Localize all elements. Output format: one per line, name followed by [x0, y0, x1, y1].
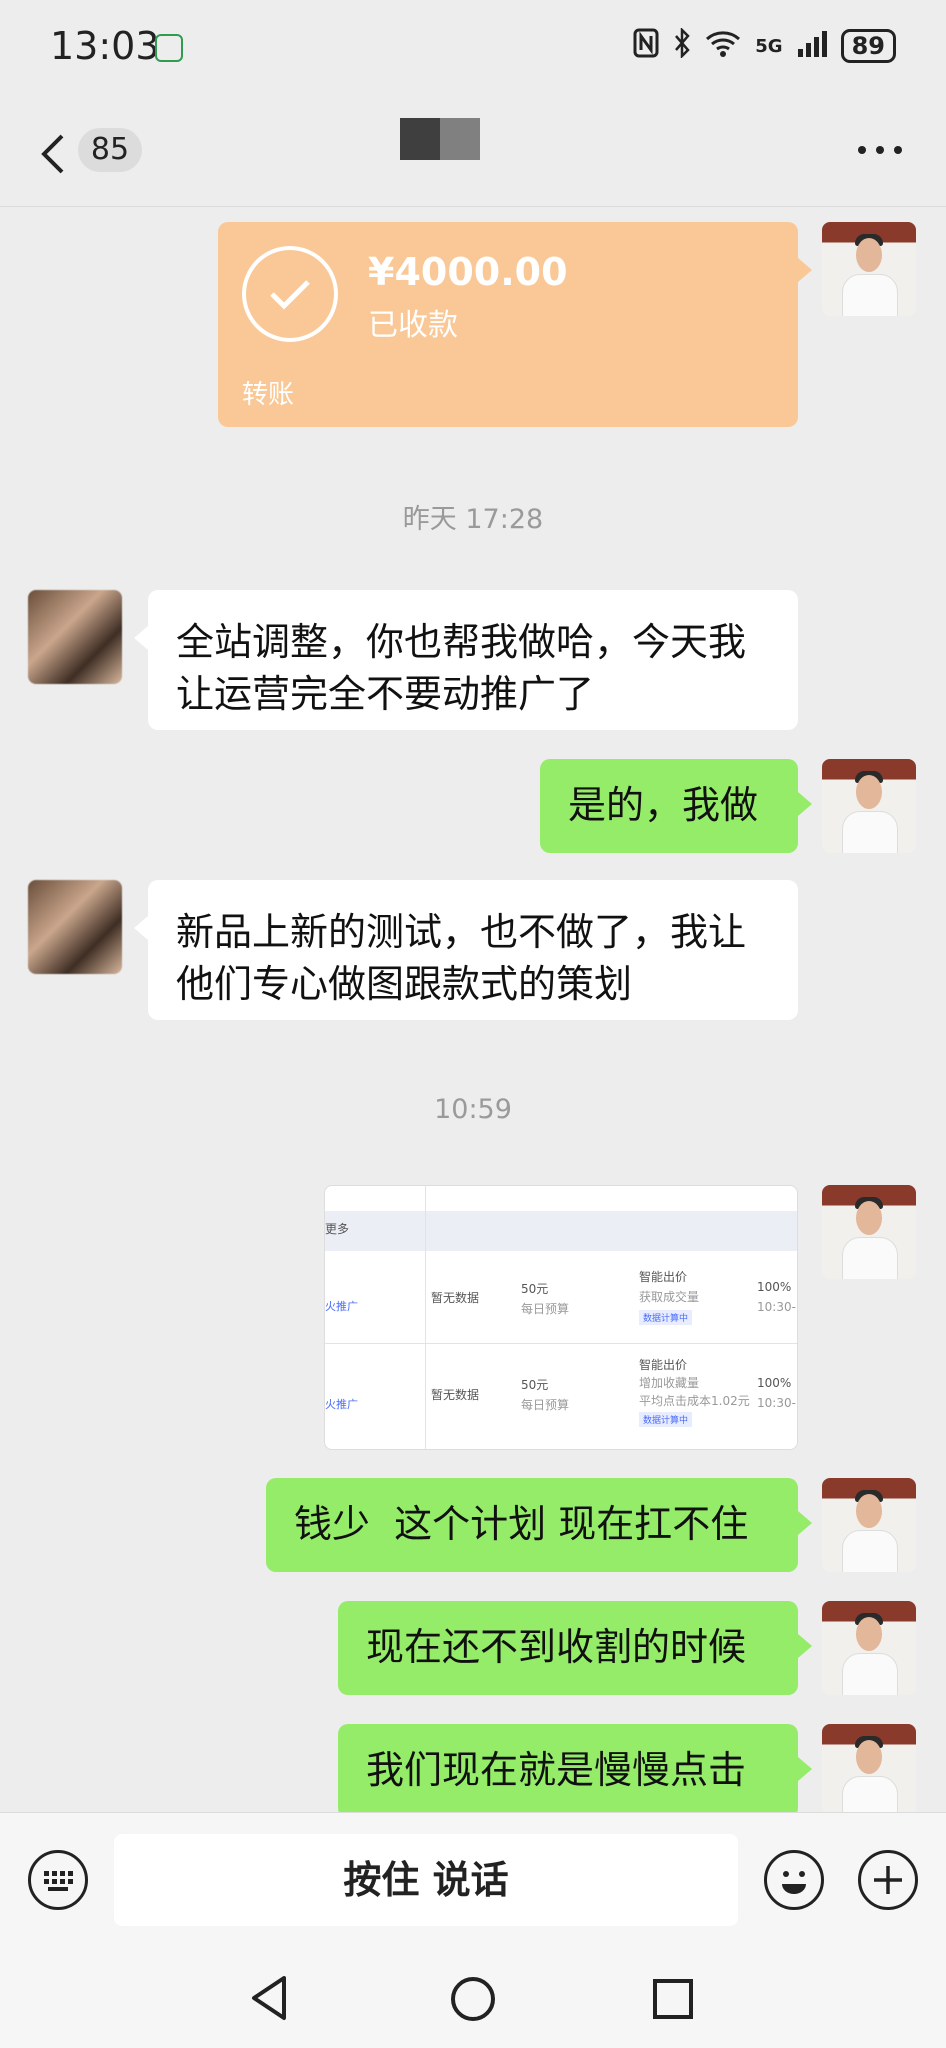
transfer-card[interactable]: ¥4000.00 已收款 转账	[218, 222, 798, 427]
status-bar: 13:03 5G 89	[0, 0, 946, 96]
image-cell: 每日预算	[521, 1398, 570, 1412]
signal-icon	[797, 29, 827, 64]
system-recents-icon[interactable]	[652, 1978, 694, 2020]
my-avatar[interactable]	[822, 1601, 916, 1695]
image-cell: 数据计算中	[639, 1412, 693, 1427]
image-cell: 100%	[757, 1280, 792, 1294]
message-bubble[interactable]: 钱少 这个计划 现在扛不住	[266, 1478, 798, 1572]
image-cell: 智能出价	[639, 1270, 688, 1284]
timestamp: 10:59	[434, 1094, 512, 1125]
image-cell: 暂无数据	[431, 1388, 480, 1402]
my-avatar[interactable]	[822, 1478, 916, 1572]
image-cell: 50元	[521, 1378, 549, 1392]
chat-title-redacted	[400, 118, 480, 160]
nfc-icon	[633, 28, 659, 65]
image-cell: 火推广	[325, 1300, 358, 1313]
bubble-tail	[134, 916, 148, 940]
bubble-tail	[798, 1634, 812, 1658]
contact-avatar[interactable]	[28, 880, 122, 974]
bubble-tail	[798, 258, 812, 282]
system-home-icon[interactable]	[450, 1976, 496, 2022]
keyboard-icon	[44, 1871, 73, 1891]
system-back-icon[interactable]	[248, 1974, 290, 2022]
timestamp: 昨天 17:28	[402, 504, 544, 535]
bubble-tail	[134, 626, 148, 650]
hold-to-talk-button[interactable]: 按住 说话	[114, 1834, 738, 1926]
message-bubble[interactable]: 新品上新的测试，也不做了，我让他们专心做图跟款式的策划	[148, 880, 798, 1020]
image-cell: 智能出价	[639, 1358, 688, 1372]
transfer-label: 转账	[242, 380, 295, 410]
image-cell: 50元	[521, 1282, 549, 1296]
image-cell: 每日预算	[521, 1302, 570, 1316]
message-bubble[interactable]: 全站调整，你也帮我做哈，今天我让运营完全不要动推广了	[148, 590, 798, 730]
bubble-tail	[798, 1511, 812, 1535]
image-cell: 10:30-1	[757, 1300, 797, 1314]
image-message[interactable]: 更多 火推广 暂无数据 50元 每日预算 智能出价 获取成交量 数据计算中 10…	[324, 1185, 798, 1450]
wifi-icon	[705, 29, 741, 64]
image-cell: 火推广	[325, 1398, 358, 1411]
my-avatar[interactable]	[822, 222, 916, 316]
app-notification-icon	[155, 34, 183, 62]
contact-avatar[interactable]	[28, 590, 122, 684]
image-cell: 100%	[757, 1376, 792, 1390]
image-column-divider	[425, 1186, 426, 1449]
check-circle-icon	[242, 246, 338, 342]
status-time: 13:03	[50, 24, 160, 68]
back-arrow-icon[interactable]	[38, 132, 66, 176]
bubble-tail	[798, 1757, 812, 1781]
my-avatar[interactable]	[822, 1724, 916, 1818]
battery-indicator: 89	[840, 29, 896, 63]
message-bubble[interactable]: 现在还不到收割的时候	[338, 1601, 798, 1695]
more-options-icon[interactable]	[856, 144, 904, 156]
more-functions-button[interactable]	[858, 1850, 918, 1910]
keyboard-toggle-button[interactable]	[28, 1850, 88, 1910]
image-tab-label: 更多	[325, 1222, 350, 1236]
unread-count-badge[interactable]: 85	[78, 128, 142, 172]
my-avatar[interactable]	[822, 759, 916, 853]
image-cell: 获取成交量	[639, 1290, 700, 1304]
transfer-status: 已收款	[368, 308, 458, 343]
emoji-button[interactable]	[764, 1850, 824, 1910]
image-cell: 平均点击成本1.02元	[639, 1394, 750, 1408]
message-bubble[interactable]: 我们现在就是慢慢点击	[338, 1724, 798, 1818]
image-cell: 10:30-1	[757, 1396, 797, 1410]
plus-icon	[874, 1866, 902, 1894]
my-avatar[interactable]	[822, 1185, 916, 1279]
image-cell: 增加收藏量	[639, 1376, 700, 1390]
image-row-divider	[325, 1343, 797, 1344]
smiley-icon	[782, 1871, 806, 1894]
network-type: 5G	[755, 35, 783, 57]
transfer-amount: ¥4000.00	[368, 250, 568, 294]
image-cell: 数据计算中	[639, 1310, 693, 1325]
message-bubble[interactable]: 是的，我做	[540, 759, 798, 853]
image-cell: 暂无数据	[431, 1291, 480, 1305]
bubble-tail	[798, 792, 812, 816]
bluetooth-icon	[673, 26, 691, 65]
image-table-header	[325, 1211, 797, 1251]
status-icons: 5G 89	[633, 26, 896, 66]
